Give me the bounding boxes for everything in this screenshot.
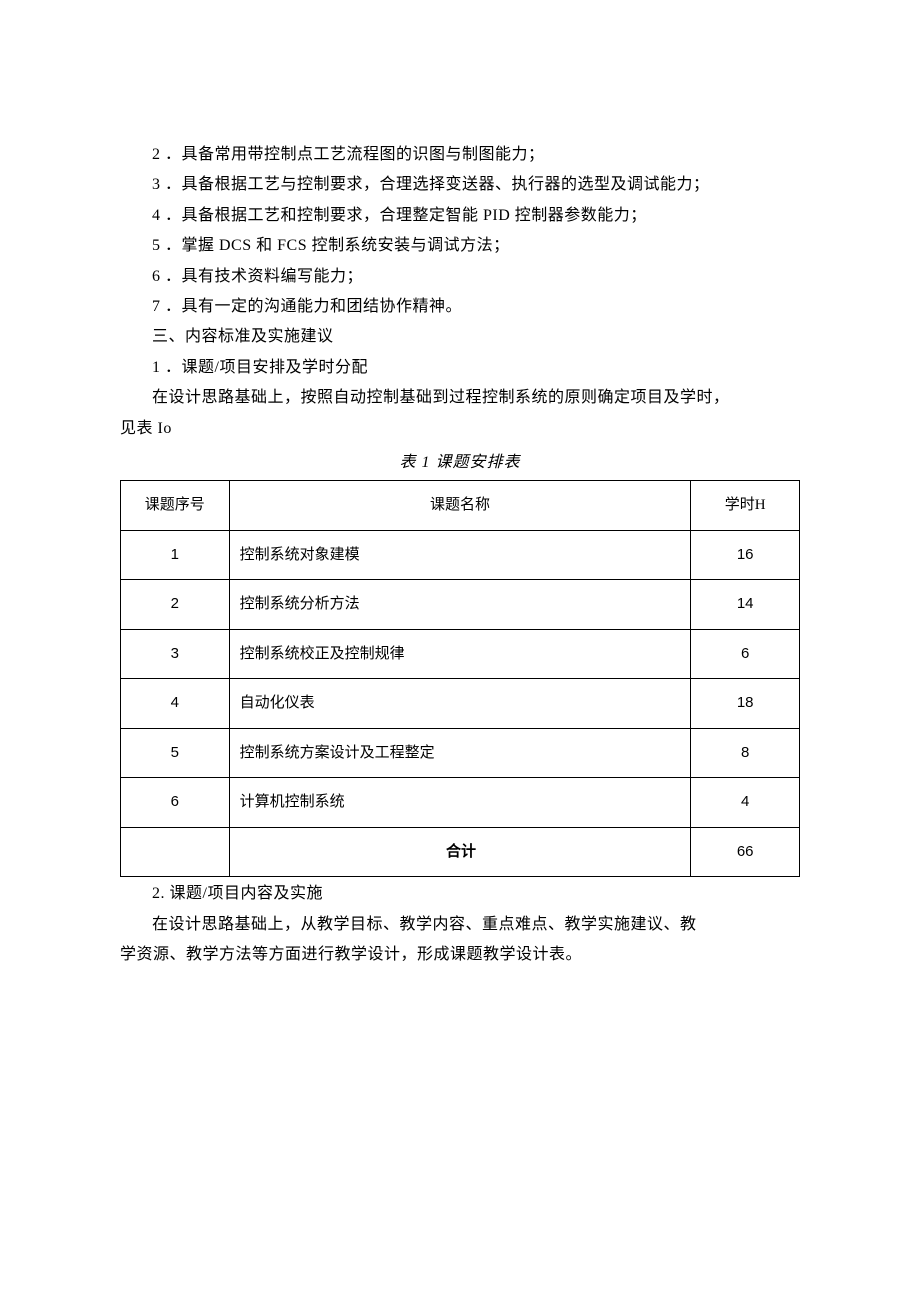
section-3-item-2-desc-b: 学资源、教学方法等方面进行教学设计，形成课题教学设计表。 (120, 940, 800, 970)
cell-name: 控制系统分析方法 (229, 580, 691, 630)
requirement-4: 4 ．具备根据工艺和控制要求，合理整定智能 PID 控制器参数能力； (120, 201, 800, 231)
table-caption: 表 1 课题安排表 (120, 448, 800, 478)
cell-total-hours: 66 (691, 827, 800, 877)
cell-name: 控制系统方案设计及工程整定 (229, 728, 691, 778)
header-name: 课题名称 (229, 481, 691, 531)
topic-schedule-table: 课题序号 课题名称 学时H 1 控制系统对象建模 16 2 控制系统分析方法 1… (120, 480, 800, 877)
cell-hours: 8 (691, 728, 800, 778)
cell-name: 计算机控制系统 (229, 778, 691, 828)
cell-seq: 1 (121, 530, 230, 580)
requirement-3: 3 ．具备根据工艺与控制要求，合理选择变送器、执行器的选型及调试能力； (120, 170, 800, 200)
table-row: 3 控制系统校正及控制规律 6 (121, 629, 800, 679)
cell-hours: 18 (691, 679, 800, 729)
requirement-7: 7 ．具有一定的沟通能力和团结协作精神。 (120, 292, 800, 322)
cell-seq: 3 (121, 629, 230, 679)
header-seq: 课题序号 (121, 481, 230, 531)
cell-total-label: 合计 (229, 827, 691, 877)
cell-total-blank (121, 827, 230, 877)
section-3-item-2: 2. 课题/项目内容及实施 (120, 879, 800, 909)
section-3-item-1-desc-b: 见表 Io (120, 414, 800, 444)
requirement-5: 5 ．掌握 DCS 和 FCS 控制系统安装与调试方法； (120, 231, 800, 261)
cell-seq: 2 (121, 580, 230, 630)
header-hours: 学时H (691, 481, 800, 531)
table-total-row: 合计 66 (121, 827, 800, 877)
cell-hours: 16 (691, 530, 800, 580)
requirement-2: 2 ．具备常用带控制点工艺流程图的识图与制图能力； (120, 140, 800, 170)
section-3-item-1: 1 ．课题/项目安排及学时分配 (120, 353, 800, 383)
section-3-item-1-desc-a: 在设计思路基础上，按照自动控制基础到过程控制系统的原则确定项目及学时， (120, 383, 800, 413)
table-row: 1 控制系统对象建模 16 (121, 530, 800, 580)
cell-seq: 4 (121, 679, 230, 729)
cell-name: 自动化仪表 (229, 679, 691, 729)
table-row: 2 控制系统分析方法 14 (121, 580, 800, 630)
table-row: 6 计算机控制系统 4 (121, 778, 800, 828)
table-row: 5 控制系统方案设计及工程整定 8 (121, 728, 800, 778)
cell-name: 控制系统对象建模 (229, 530, 691, 580)
cell-name: 控制系统校正及控制规律 (229, 629, 691, 679)
cell-hours: 14 (691, 580, 800, 630)
table-header-row: 课题序号 课题名称 学时H (121, 481, 800, 531)
cell-hours: 4 (691, 778, 800, 828)
cell-seq: 6 (121, 778, 230, 828)
cell-seq: 5 (121, 728, 230, 778)
section-3-item-2-desc-a: 在设计思路基础上，从教学目标、教学内容、重点难点、教学实施建议、教 (120, 910, 800, 940)
cell-hours: 6 (691, 629, 800, 679)
table-row: 4 自动化仪表 18 (121, 679, 800, 729)
requirement-6: 6 ．具有技术资料编写能力； (120, 262, 800, 292)
section-3-heading: 三、内容标准及实施建议 (120, 322, 800, 352)
